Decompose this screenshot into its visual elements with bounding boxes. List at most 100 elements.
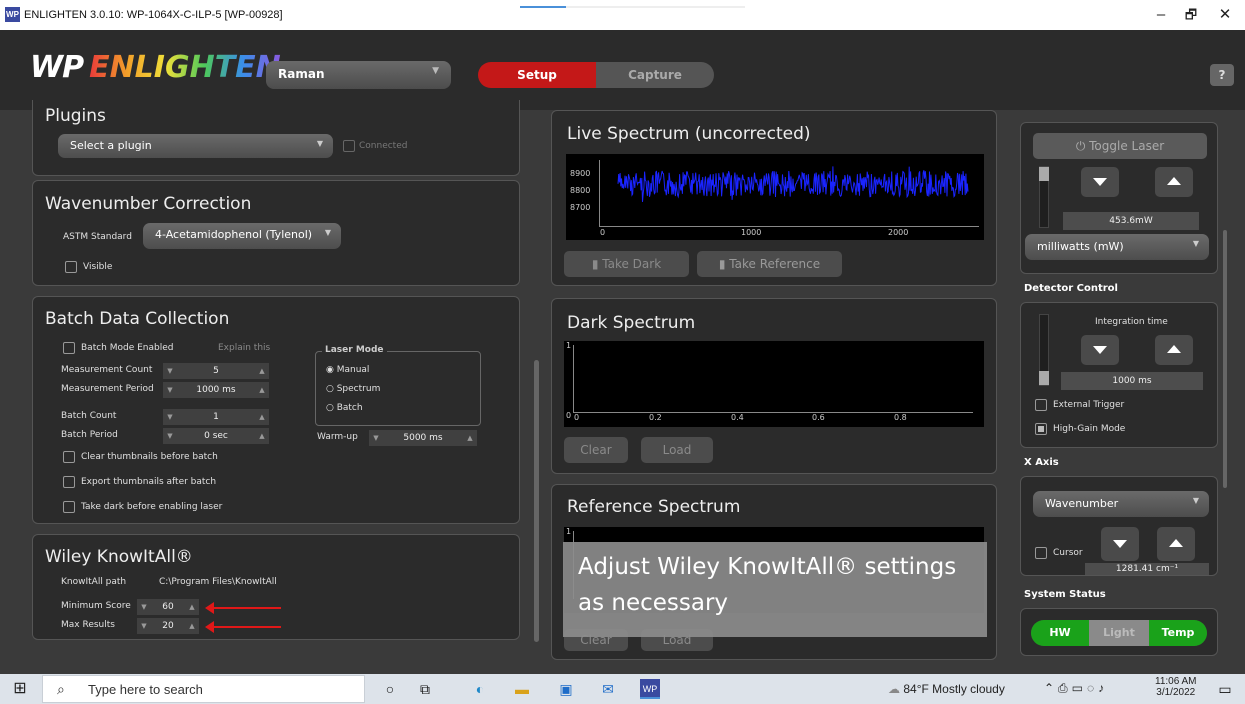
laser-power-up-button[interactable] [1155, 167, 1193, 197]
laser-power-value: 453.6mW [1063, 212, 1199, 230]
integration-time-slider[interactable] [1039, 314, 1049, 386]
laser-mode-spectrum[interactable]: ○ Spectrum [326, 384, 380, 394]
store-icon[interactable]: ▣ [556, 679, 576, 699]
ytick-label: 1 [566, 527, 572, 536]
increment-icon[interactable]: ▲ [463, 434, 477, 442]
take-dark-button[interactable]: ▮ Take Dark [564, 251, 689, 277]
visible-checkbox[interactable] [65, 261, 77, 273]
x-axis-unit-select[interactable]: Wavenumber ▼ [1033, 491, 1209, 517]
laser-power-down-button[interactable] [1081, 167, 1119, 197]
measurement-count-spinner[interactable]: ▼ 5 ▲ [163, 363, 269, 379]
mode-select[interactable]: Raman ▼ [266, 61, 451, 89]
min-score-spinner[interactable]: ▼ 60 ▲ [137, 599, 199, 615]
laser-power-slider[interactable] [1039, 166, 1049, 228]
live-spectrum-plot[interactable]: 8900 8800 8700 0 1000 2000 [566, 154, 984, 240]
xtick-label: 2000 [888, 228, 909, 237]
cursor-left-button[interactable] [1101, 527, 1139, 561]
increment-icon[interactable]: ▲ [255, 432, 269, 440]
light-status[interactable]: Light [1089, 620, 1149, 646]
system-tray-icons[interactable]: ⌃⎙▭◌♪ [1044, 681, 1108, 696]
windows-start-icon[interactable]: ⊞ [10, 679, 30, 699]
connected-checkbox[interactable] [343, 140, 355, 152]
close-button[interactable]: ✕ [1214, 5, 1236, 25]
header-bar: WP ENLIGHTEN Raman ▼ Setup Capture ? [0, 30, 1245, 110]
chevron-down-icon: ▼ [1192, 496, 1199, 505]
plugin-select[interactable]: Select a plugin ▼ [58, 134, 333, 158]
knowitall-path-value[interactable]: C:\Program Files\KnowItAll [159, 577, 277, 587]
tab-capture[interactable]: Capture [596, 62, 714, 88]
edge-browser-icon[interactable]: ◐ [470, 679, 490, 699]
clock[interactable]: 11:06 AM 3/1/2022 [1155, 676, 1197, 698]
chevron-down-icon: ▼ [324, 228, 331, 237]
decrement-icon[interactable]: ▼ [163, 432, 177, 440]
max-results-label: Max Results [61, 620, 115, 630]
decrement-icon[interactable]: ▼ [369, 434, 383, 442]
live-spectrum-title: Live Spectrum (uncorrected) [567, 124, 811, 144]
max-results-spinner[interactable]: ▼ 20 ▲ [137, 618, 199, 634]
take-dark-checkbox[interactable] [63, 501, 75, 513]
decrement-icon[interactable]: ▼ [163, 367, 177, 375]
x-axis-panel: Wavenumber ▼ Cursor 1281.41 cm⁻¹ [1020, 476, 1218, 576]
increment-icon[interactable]: ▲ [185, 622, 199, 630]
batch-count-spinner[interactable]: ▼ 1 ▲ [163, 409, 269, 425]
notifications-icon[interactable]: ▭ [1215, 679, 1235, 699]
hw-status[interactable]: HW [1031, 620, 1089, 646]
increment-icon[interactable]: ▲ [255, 413, 269, 421]
cursor-right-button[interactable] [1157, 527, 1195, 561]
dark-spectrum-title: Dark Spectrum [567, 313, 696, 333]
xtick-label: 0.4 [731, 413, 744, 422]
enlighten-taskbar-icon[interactable]: WP [640, 679, 660, 699]
temp-status[interactable]: Temp [1149, 620, 1207, 646]
right-scrollbar[interactable] [1223, 230, 1227, 488]
batch-mode-checkbox[interactable] [63, 342, 75, 354]
decrement-icon[interactable]: ▼ [163, 413, 177, 421]
astm-standard-label: ASTM Standard [63, 232, 132, 242]
increment-icon[interactable]: ▲ [255, 367, 269, 375]
laser-unit-select[interactable]: milliwatts (mW) ▼ [1025, 234, 1209, 260]
weather-widget[interactable]: ☁ 84°F Mostly cloudy [888, 682, 1005, 696]
tab-setup[interactable]: Setup [478, 62, 596, 88]
measurement-period-spinner[interactable]: ▼ 1000 ms ▲ [163, 382, 269, 398]
file-explorer-icon[interactable]: ▬ [512, 679, 532, 699]
laser-mode-title: Laser Mode [322, 345, 387, 355]
warmup-spinner[interactable]: ▼ 5000 ms ▲ [369, 430, 477, 446]
export-thumbnails-checkbox[interactable] [63, 476, 75, 488]
laser-mode-manual[interactable]: ◉ Manual [326, 365, 369, 375]
explain-this-link[interactable]: Explain this [218, 343, 270, 353]
decrement-icon[interactable]: ▼ [137, 622, 151, 630]
task-view-icon[interactable]: ⧉ [415, 679, 435, 699]
batch-period-spinner[interactable]: ▼ 0 sec ▲ [163, 428, 269, 444]
increment-icon[interactable]: ▲ [185, 603, 199, 611]
left-scrollbar[interactable] [534, 360, 539, 642]
take-reference-button[interactable]: ▮ Take Reference [697, 251, 842, 277]
dark-load-button[interactable]: Load [641, 437, 713, 463]
decrement-icon[interactable]: ▼ [163, 386, 177, 394]
clear-thumbnails-checkbox[interactable] [63, 451, 75, 463]
taskbar-search-input[interactable]: ⌕ Type here to search [42, 675, 365, 703]
batch-mode-label: Batch Mode Enabled [81, 343, 174, 353]
increment-icon[interactable]: ▲ [255, 386, 269, 394]
ytick-label: 0 [566, 411, 572, 420]
connected-label: Connected [359, 141, 408, 151]
high-gain-checkbox[interactable] [1035, 423, 1047, 435]
integration-up-button[interactable] [1155, 335, 1193, 365]
warmup-label: Warm-up [317, 432, 358, 442]
astm-standard-select[interactable]: 4-Acetamidophenol (Tylenol) ▼ [143, 223, 341, 249]
help-button[interactable]: ? [1210, 64, 1234, 86]
maximize-button[interactable]: 🗗 [1180, 5, 1202, 25]
status-indicator-group: HW Light Temp [1031, 620, 1207, 646]
integration-down-button[interactable] [1081, 335, 1119, 365]
chevron-down-icon: ▼ [1192, 239, 1199, 248]
dark-clear-button[interactable]: Clear [564, 437, 628, 463]
laser-mode-batch[interactable]: ○ Batch [326, 403, 363, 413]
cursor-label: Cursor [1053, 548, 1083, 558]
cursor-checkbox[interactable] [1035, 547, 1047, 559]
cortana-icon[interactable]: ○ [380, 679, 400, 699]
wavenumber-correction-panel: Wavenumber Correction ASTM Standard 4-Ac… [32, 180, 520, 286]
external-trigger-checkbox[interactable] [1035, 399, 1047, 411]
decrement-icon[interactable]: ▼ [137, 603, 151, 611]
dark-spectrum-plot[interactable]: 1 0 0 0.2 0.4 0.6 0.8 [564, 341, 984, 427]
mail-icon[interactable]: ✉ [598, 679, 618, 699]
minimize-button[interactable]: – [1150, 5, 1172, 25]
toggle-laser-button[interactable]: ⏻ Toggle Laser [1033, 133, 1207, 159]
